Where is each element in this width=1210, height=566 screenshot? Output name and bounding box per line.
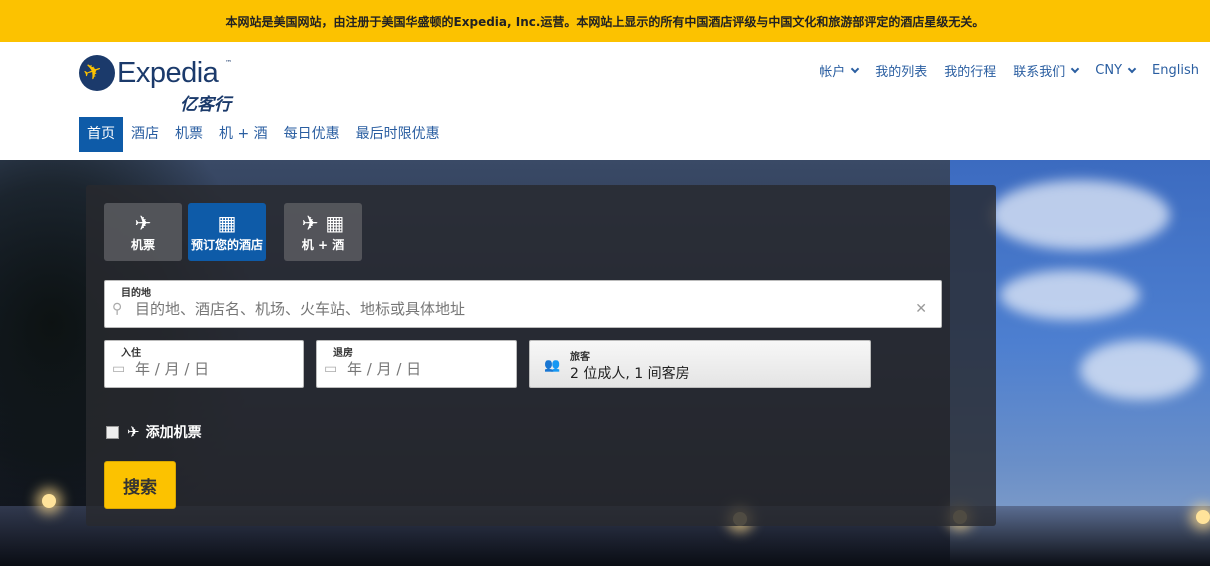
header: ✈ Expedia ™ 亿客行 帐户 我的列表 我的行程 联系我们 CNY En… [0, 42, 1210, 160]
site-notice-banner: 本网站是美国网站，由注册于美国华盛顿的Expedia, Inc.运营。本网站上显… [0, 0, 1210, 42]
checkout-label: 退房 [333, 348, 353, 359]
chevron-down-icon [851, 64, 860, 73]
tab-hotels[interactable]: ▦ 预订您的酒店 [188, 203, 266, 261]
destination-label: 目的地 [121, 288, 151, 299]
checkin-field[interactable]: 入住 ▭ [104, 340, 304, 388]
nav-flights[interactable]: 机票 [167, 117, 211, 152]
logo-trademark: ™ [225, 59, 232, 67]
hero-cloud [1000, 270, 1140, 320]
language-label: English [1152, 63, 1199, 78]
add-flight-option: ✈ 添加机票 [106, 422, 202, 442]
contact-us-menu[interactable]: 联系我们 [1013, 61, 1080, 80]
hero-cloud [1080, 340, 1200, 400]
globe-plane-icon: ✈ [79, 55, 115, 91]
nav-flight-hotel[interactable]: 机 + 酒 [211, 117, 276, 152]
plane-icon: ✈ [127, 423, 140, 441]
tab-flights-label: 机票 [130, 237, 155, 252]
travelers-selector[interactable]: 旅客 👥 2 位成人, 1 间客房 [529, 340, 871, 388]
calendar-icon: ▭ [112, 361, 126, 377]
checkout-field[interactable]: 退房 ▭ [316, 340, 517, 388]
nav-last-minute-deals[interactable]: 最后时限优惠 [348, 117, 448, 152]
add-flight-checkbox[interactable] [106, 425, 119, 439]
nav-home[interactable]: 首页 [79, 117, 123, 152]
my-lists-label: 我的列表 [875, 65, 928, 80]
nav-daily-deals[interactable]: 每日优惠 [276, 117, 348, 152]
hotel-icon: ▦ [217, 210, 237, 235]
plane-hotel-icon: ✈ ▦ [301, 210, 345, 235]
chevron-down-icon [1127, 64, 1137, 73]
my-trips-link[interactable]: 我的行程 [944, 61, 996, 80]
language-link[interactable]: English [1152, 63, 1199, 78]
currency-label: CNY [1095, 63, 1123, 78]
account-menu-label: 帐户 [819, 65, 846, 80]
main-nav: 首页 酒店 机票 机 + 酒 每日优惠 最后时限优惠 [79, 117, 448, 152]
logo-chinese-name: 亿客行 [180, 95, 231, 114]
hero-lamp [1196, 510, 1210, 524]
people-icon: 👥 [544, 358, 561, 373]
location-pin-icon: ⚲ [112, 301, 123, 317]
clear-icon[interactable]: ✕ [915, 301, 927, 317]
calendar-icon: ▭ [324, 361, 338, 377]
travelers-label: 旅客 [570, 352, 590, 363]
hero-cloud [990, 180, 1170, 250]
checkin-input[interactable] [135, 360, 273, 378]
tab-flights[interactable]: ✈ 机票 [104, 203, 182, 261]
destination-input[interactable] [135, 300, 911, 318]
chevron-down-icon [1071, 64, 1080, 73]
tab-flight-hotel[interactable]: ✈ ▦ 机 + 酒 [284, 203, 362, 261]
logo-wordmark: Expedia [117, 57, 219, 89]
tab-hotels-label: 预订您的酒店 [190, 237, 263, 252]
plane-icon: ✈ [134, 210, 152, 235]
my-lists-link[interactable]: 我的列表 [875, 61, 927, 80]
search-button[interactable]: 搜索 [104, 461, 176, 509]
tab-flight-hotel-label: 机 + 酒 [301, 237, 345, 252]
hero-lamp [42, 494, 56, 508]
nav-hotels[interactable]: 酒店 [123, 117, 167, 152]
add-flight-label[interactable]: 添加机票 [146, 422, 202, 442]
currency-menu[interactable]: CNY [1095, 63, 1137, 78]
destination-field[interactable]: 目的地 ⚲ ✕ [104, 280, 942, 328]
my-trips-label: 我的行程 [944, 65, 997, 80]
travelers-value: 2 位成人, 1 间客房 [570, 366, 690, 382]
checkin-label: 入住 [121, 348, 141, 359]
account-menu[interactable]: 帐户 [819, 61, 860, 80]
expedia-logo[interactable]: ✈ Expedia ™ 亿客行 [79, 54, 239, 114]
checkout-input[interactable] [347, 360, 486, 378]
contact-us-label: 联系我们 [1013, 65, 1066, 80]
top-nav: 帐户 我的列表 我的行程 联系我们 CNY English [802, 61, 1199, 80]
